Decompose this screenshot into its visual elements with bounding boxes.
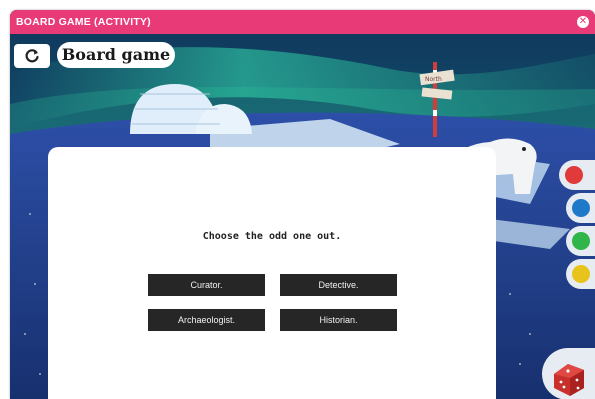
option-archaeologist-button[interactable]: Archaeologist. — [148, 309, 265, 331]
reload-icon — [25, 49, 39, 63]
red-token-button[interactable] — [559, 160, 595, 190]
window-title: BOARD GAME (ACTIVITY) — [16, 16, 151, 28]
dice-button[interactable] — [542, 348, 595, 399]
option-detective-button[interactable]: Detective. — [280, 274, 397, 296]
activity-window: BOARD GAME (ACTIVITY) ✕ North Board game… — [10, 10, 595, 399]
game-title: Board game — [57, 42, 175, 68]
close-icon[interactable]: ✕ — [577, 16, 589, 28]
sign-text: North — [425, 76, 442, 83]
blue-token-button[interactable] — [566, 193, 595, 223]
option-historian-button[interactable]: Historian. — [280, 309, 397, 331]
green-token-button[interactable] — [566, 226, 595, 256]
option-curator-button[interactable]: Curator. — [148, 274, 265, 296]
window-titlebar: BOARD GAME (ACTIVITY) ✕ — [10, 10, 595, 34]
yellow-token-button[interactable] — [566, 259, 595, 289]
reload-button[interactable] — [14, 44, 50, 68]
question-panel: Choose the odd one out. Curator. Detecti… — [48, 147, 496, 399]
question-text: Choose the odd one out. — [202, 231, 342, 242]
